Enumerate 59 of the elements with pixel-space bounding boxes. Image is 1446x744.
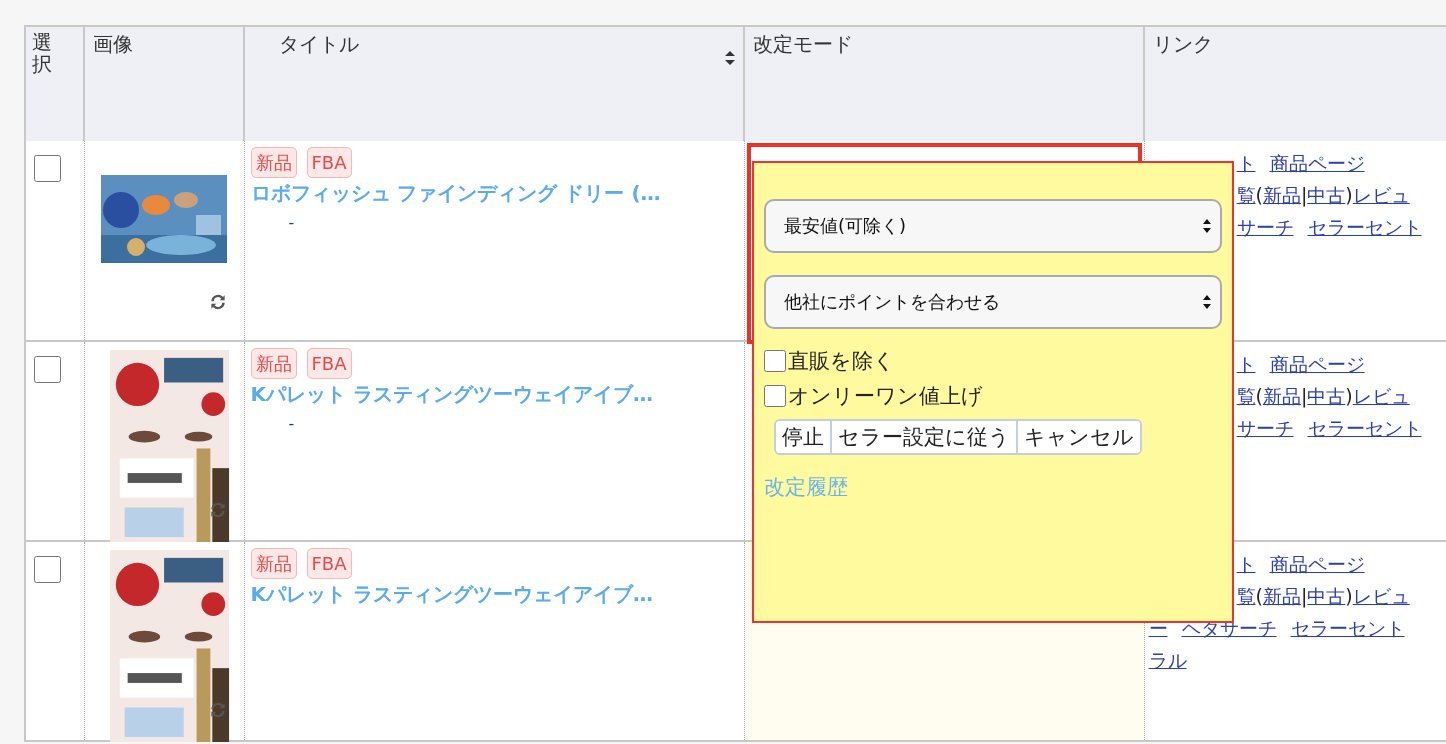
dropdown[interactable]: 最安値(可除く) bbox=[764, 199, 1222, 253]
link[interactable]: サーチ bbox=[1236, 211, 1294, 243]
tag: FBA bbox=[306, 548, 352, 579]
link[interactable]: レビュ bbox=[1352, 179, 1410, 211]
column-header[interactable]: タイトル bbox=[244, 26, 744, 141]
tag: 新品 bbox=[250, 548, 297, 579]
punctuation: ) bbox=[1345, 384, 1353, 409]
punctuation: | bbox=[1300, 584, 1308, 610]
link[interactable]: 覧 bbox=[1236, 380, 1256, 412]
punctuation: ( bbox=[1255, 183, 1263, 208]
punctuation: ) bbox=[1345, 183, 1353, 208]
link[interactable]: レビュ bbox=[1352, 380, 1410, 412]
link[interactable]: 覧 bbox=[1236, 580, 1256, 612]
link[interactable]: 覧 bbox=[1236, 179, 1256, 211]
link[interactable]: ト bbox=[1236, 548, 1256, 580]
tag: FBA bbox=[306, 348, 352, 379]
link[interactable]: 商品ページ bbox=[1269, 548, 1365, 580]
row-checkbox[interactable] bbox=[34, 556, 61, 583]
tag: FBA bbox=[306, 147, 352, 178]
dropdown[interactable]: 他社にポイントを合わせる bbox=[764, 275, 1222, 329]
link[interactable]: 中古 bbox=[1307, 380, 1346, 412]
link[interactable]: ラル bbox=[1148, 644, 1187, 676]
sort-icon[interactable] bbox=[725, 51, 735, 65]
punctuation: | bbox=[1300, 183, 1308, 209]
column-header: 選択 bbox=[25, 26, 84, 141]
link[interactable]: レビュ bbox=[1352, 580, 1410, 612]
link[interactable]: 中古 bbox=[1307, 580, 1346, 612]
link[interactable]: 中古 bbox=[1307, 179, 1346, 211]
link[interactable]: セラーセント bbox=[1307, 412, 1422, 444]
row-checkbox[interactable] bbox=[34, 155, 61, 182]
tag: 新品 bbox=[250, 348, 297, 379]
link[interactable]: セラーセント bbox=[1290, 612, 1405, 644]
checkbox[interactable] bbox=[764, 384, 786, 407]
link[interactable]: 新品 bbox=[1262, 179, 1301, 211]
punctuation: ) bbox=[1345, 584, 1353, 609]
link[interactable]: ト bbox=[1236, 348, 1256, 380]
checkbox-label: 直販を除く bbox=[788, 347, 895, 375]
column-header: 画像 bbox=[84, 26, 244, 141]
caret-icon bbox=[1202, 218, 1212, 234]
link[interactable]: 新品 bbox=[1262, 580, 1301, 612]
punctuation: ( bbox=[1255, 384, 1263, 409]
punctuation: ( bbox=[1255, 584, 1263, 609]
link[interactable]: 新品 bbox=[1262, 380, 1301, 412]
mode-button[interactable]: キャンセル bbox=[1016, 421, 1140, 453]
tag: 新品 bbox=[250, 147, 297, 178]
subtitle: - bbox=[287, 213, 296, 232]
checkbox-label: オンリーワン値上げ bbox=[788, 382, 983, 410]
link[interactable]: ト bbox=[1236, 147, 1256, 179]
checkbox[interactable] bbox=[764, 349, 786, 372]
column-header: リンク bbox=[1144, 26, 1446, 141]
link[interactable]: 商品ページ bbox=[1269, 348, 1365, 380]
punctuation: | bbox=[1300, 384, 1308, 410]
link[interactable]: 商品ページ bbox=[1269, 147, 1365, 179]
link[interactable]: セラーセント bbox=[1307, 211, 1422, 243]
link[interactable]: サーチ bbox=[1236, 412, 1294, 444]
column-header: 改定モード bbox=[744, 26, 1144, 141]
caret-icon bbox=[1202, 294, 1212, 310]
subtitle: - bbox=[287, 414, 296, 433]
row-checkbox[interactable] bbox=[34, 356, 61, 383]
